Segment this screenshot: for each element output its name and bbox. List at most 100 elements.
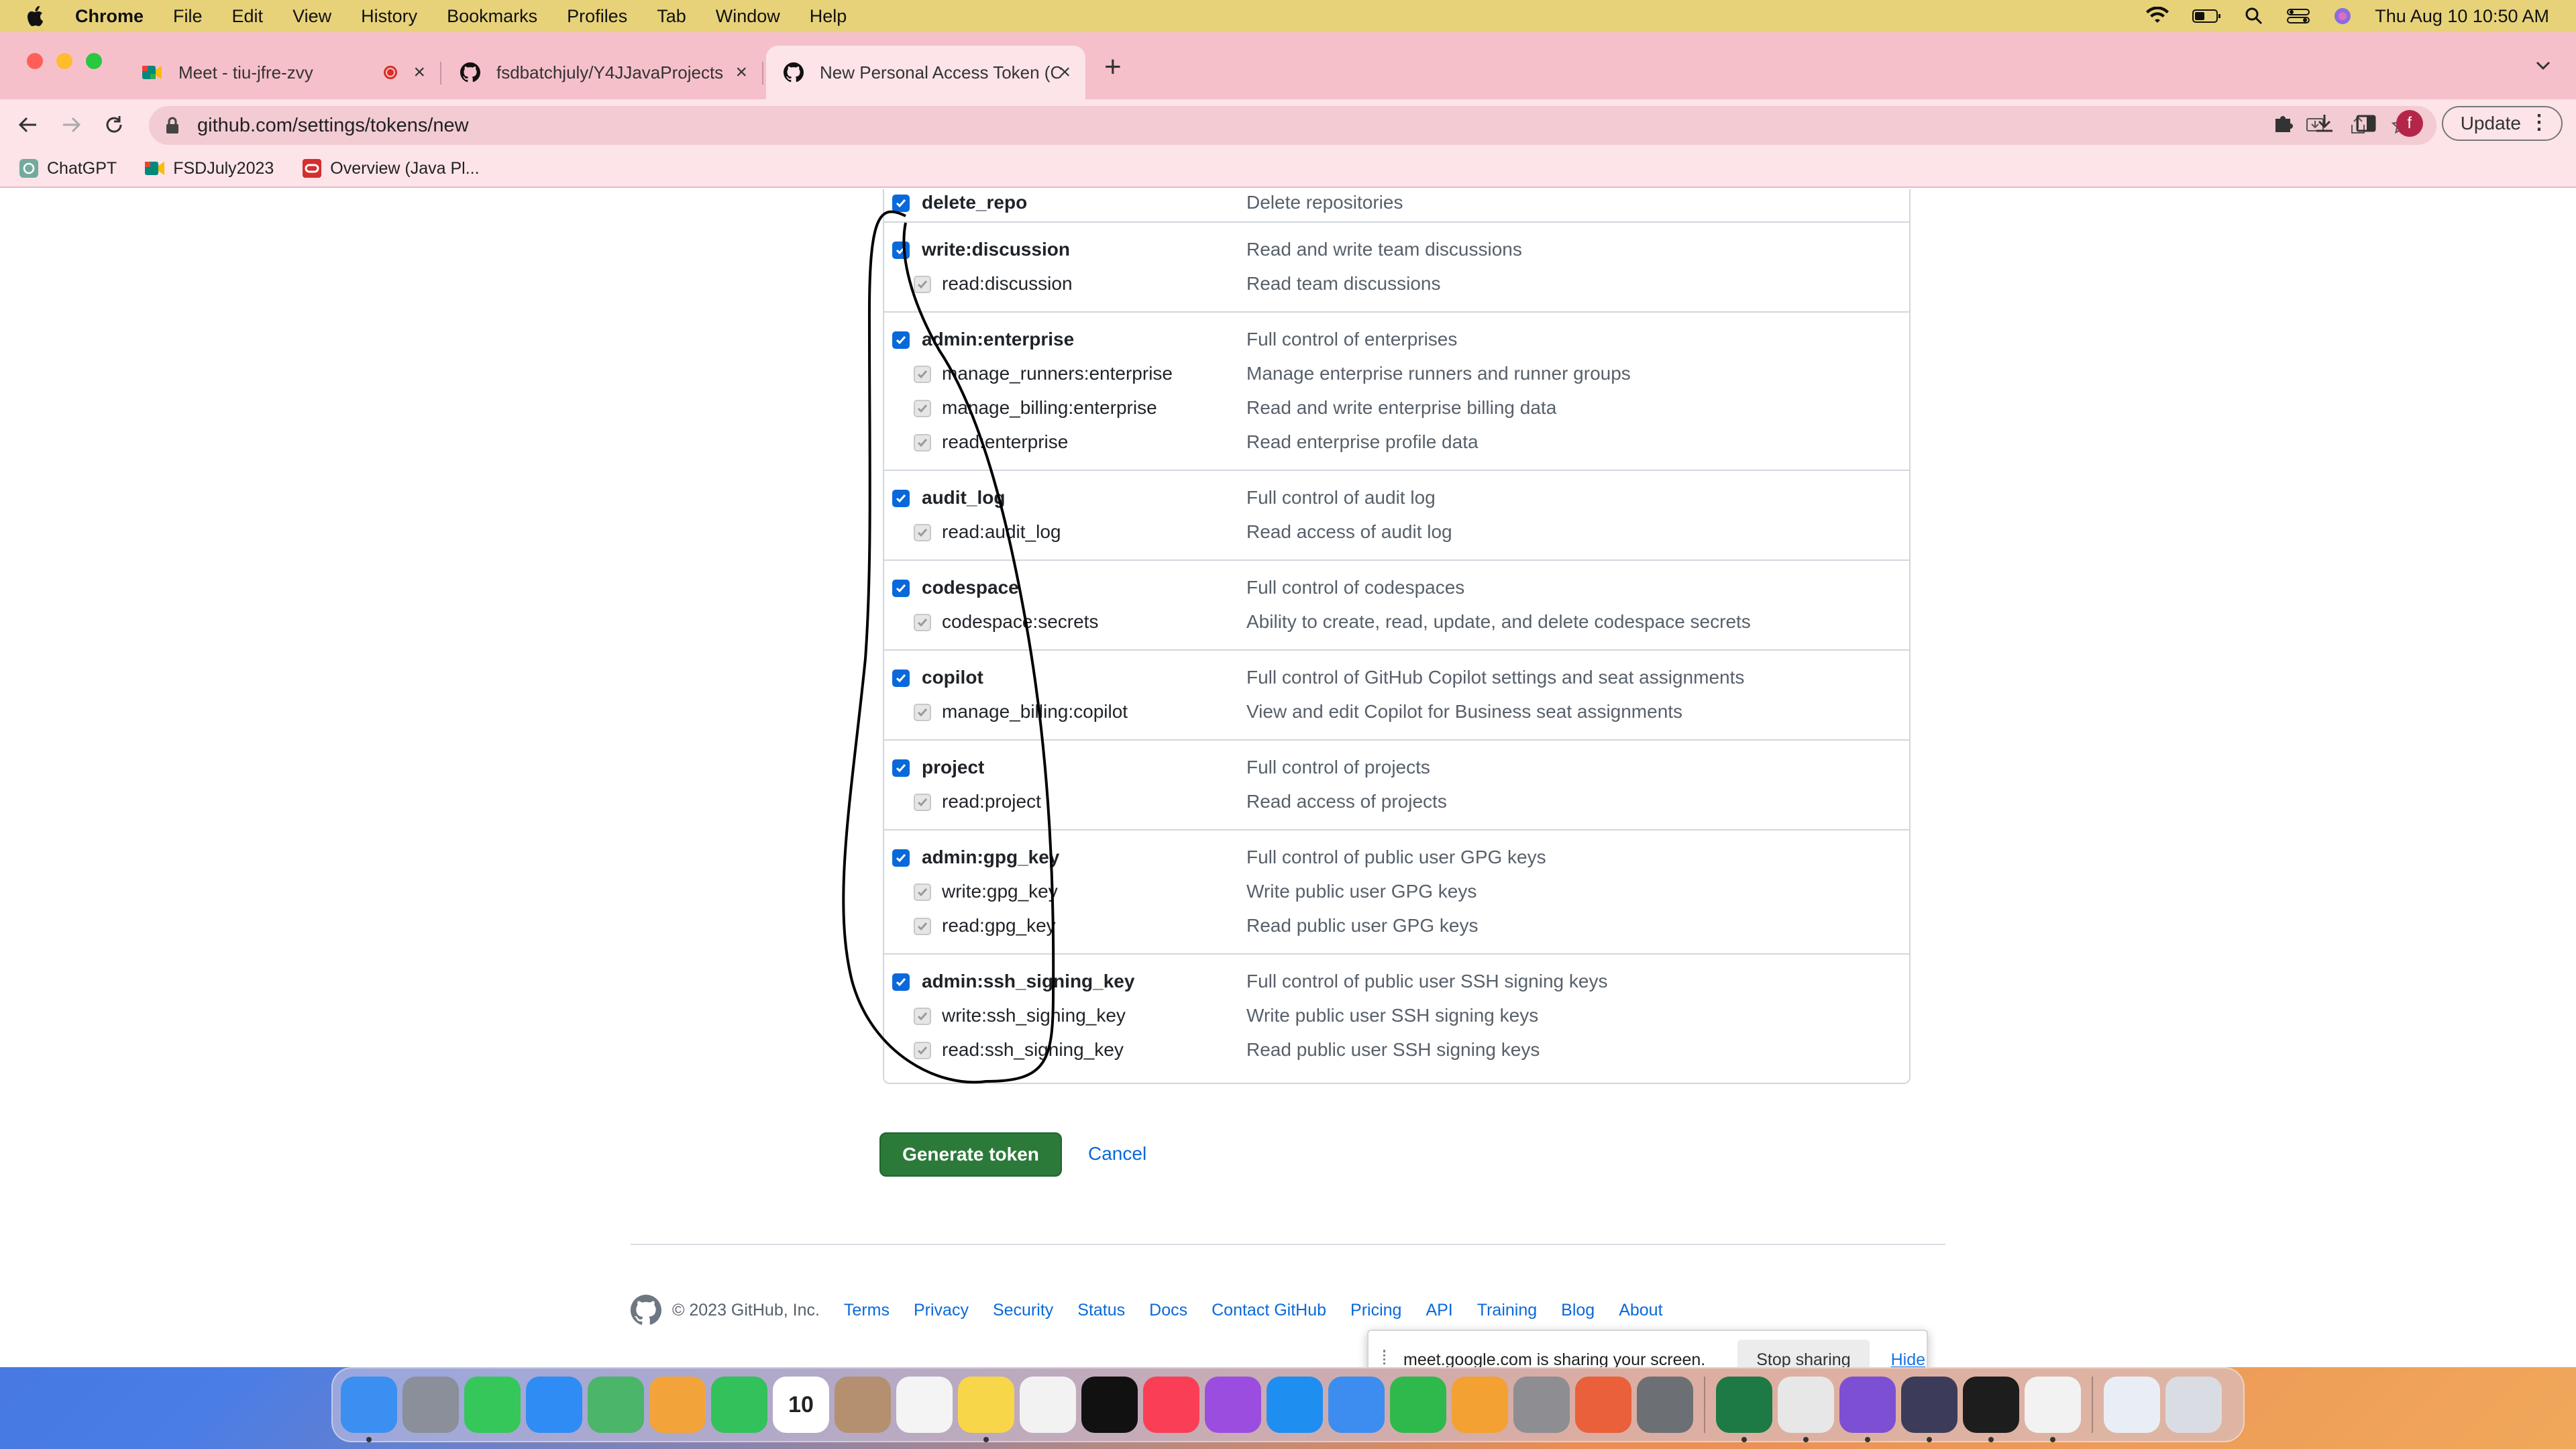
tab-repository[interactable]: fsdbatchjuly/Y4JJavaProjects ×: [443, 46, 763, 99]
scope-checkbox[interactable]: [892, 759, 910, 777]
tab-new-token[interactable]: New Personal Access Token (C ×: [766, 46, 1085, 99]
drag-handle[interactable]: [1383, 1350, 1387, 1367]
maps-icon[interactable]: [588, 1377, 644, 1433]
menu-profiles[interactable]: Profiles: [567, 6, 627, 27]
freeform-icon[interactable]: [1020, 1377, 1076, 1433]
textedit-icon[interactable]: [2025, 1377, 2081, 1442]
reminders-icon[interactable]: [896, 1377, 953, 1433]
cancel-link[interactable]: Cancel: [1088, 1143, 1146, 1165]
update-button[interactable]: Update ⋮: [2441, 106, 2563, 141]
menu-view[interactable]: View: [292, 6, 331, 27]
reload-icon[interactable]: [101, 111, 127, 138]
wifi-icon[interactable]: [2145, 7, 2169, 25]
eclipse-icon[interactable]: [1901, 1377, 1957, 1442]
sub-scope-checkbox[interactable]: [914, 918, 931, 935]
new-tab-icon[interactable]: +: [1104, 52, 1122, 82]
close-icon[interactable]: ×: [413, 61, 425, 84]
footer-link-privacy[interactable]: Privacy: [914, 1301, 969, 1320]
stop-sharing-button[interactable]: Stop sharing: [1737, 1339, 1870, 1367]
menu-window[interactable]: Window: [716, 6, 780, 27]
search-icon[interactable]: [2245, 7, 2263, 25]
footer-link-pricing[interactable]: Pricing: [1350, 1301, 1401, 1320]
sub-scope-checkbox[interactable]: [914, 276, 931, 293]
sub-scope-checkbox[interactable]: [914, 794, 931, 811]
menu-bookmarks[interactable]: Bookmarks: [447, 6, 537, 27]
footer-link-training[interactable]: Training: [1477, 1301, 1537, 1320]
footer-link-security[interactable]: Security: [993, 1301, 1053, 1320]
music-icon[interactable]: [1143, 1377, 1199, 1433]
sub-scope-checkbox[interactable]: [914, 400, 931, 417]
scope-checkbox[interactable]: [892, 669, 910, 687]
excel-icon[interactable]: [1716, 1377, 1772, 1442]
forward-icon[interactable]: [58, 111, 85, 138]
footer-link-api[interactable]: API: [1426, 1301, 1452, 1320]
maximize-window-button[interactable]: [86, 53, 102, 69]
scope-checkbox[interactable]: [892, 580, 910, 597]
scope-checkbox[interactable]: [892, 849, 910, 867]
more-icon[interactable]: ⋮: [2529, 113, 2549, 133]
terminal-icon[interactable]: [1963, 1377, 2019, 1442]
menu-edit[interactable]: Edit: [232, 6, 264, 27]
sub-scope-checkbox[interactable]: [914, 1008, 931, 1025]
sub-scope-checkbox[interactable]: [914, 524, 931, 541]
scope-checkbox[interactable]: [892, 973, 910, 991]
image-capture-icon[interactable]: [1637, 1377, 1693, 1433]
close-window-button[interactable]: [27, 53, 43, 69]
photos-icon[interactable]: [649, 1377, 706, 1433]
footer-link-terms[interactable]: Terms: [844, 1301, 890, 1320]
siri-icon[interactable]: [2333, 7, 2352, 25]
firefox-icon[interactable]: [1575, 1377, 1631, 1433]
avatar[interactable]: f: [2396, 110, 2423, 137]
generate-token-button[interactable]: Generate token: [879, 1132, 1062, 1177]
url-text[interactable]: github.com/settings/tokens/new: [197, 115, 469, 137]
sub-scope-checkbox[interactable]: [914, 704, 931, 721]
numbers-icon[interactable]: [1390, 1377, 1446, 1433]
downloads-stack-icon[interactable]: [2104, 1377, 2160, 1433]
finder-icon[interactable]: [341, 1377, 397, 1442]
back-icon[interactable]: [15, 111, 42, 138]
battery-icon[interactable]: [2192, 7, 2222, 25]
footer-link-docs[interactable]: Docs: [1149, 1301, 1187, 1320]
side-panel-icon[interactable]: [2355, 112, 2377, 135]
menu-help[interactable]: Help: [810, 6, 847, 27]
tv-icon[interactable]: [1081, 1377, 1138, 1433]
chrome-icon[interactable]: [1778, 1377, 1834, 1442]
hide-link[interactable]: Hide: [1891, 1350, 1925, 1368]
scope-checkbox[interactable]: [892, 331, 910, 349]
control-center-icon[interactable]: [2286, 7, 2310, 25]
menu-chrome[interactable]: Chrome: [75, 6, 144, 27]
apple-icon[interactable]: [27, 5, 47, 28]
bookmark-chatgpt[interactable]: ChatGPT: [19, 158, 117, 178]
download-icon[interactable]: [2313, 112, 2336, 135]
address-bar[interactable]: github.com/settings/tokens/new: [149, 106, 2436, 145]
mail-icon[interactable]: [526, 1377, 582, 1433]
minimize-window-button[interactable]: [56, 53, 72, 69]
calendar-icon[interactable]: 10: [773, 1377, 829, 1433]
keynote-icon[interactable]: [1328, 1377, 1385, 1433]
bookmark-fsdjuly2023[interactable]: FSDJuly2023: [145, 158, 274, 178]
tab-meet[interactable]: Meet - tiu-jfre-zvy ×: [125, 46, 441, 99]
menu-file[interactable]: File: [173, 6, 203, 27]
app-store-icon[interactable]: [1267, 1377, 1323, 1433]
pages-icon[interactable]: [1452, 1377, 1508, 1433]
scope-checkbox[interactable]: [892, 241, 910, 259]
lock-icon[interactable]: [165, 117, 180, 134]
footer-link-about[interactable]: About: [1619, 1301, 1662, 1320]
scope-checkbox[interactable]: [892, 195, 910, 212]
podcasts-icon[interactable]: [1205, 1377, 1261, 1433]
close-icon[interactable]: ×: [1059, 61, 1071, 84]
contacts-icon[interactable]: [835, 1377, 891, 1433]
sub-scope-checkbox[interactable]: [914, 883, 931, 901]
bookmark-java-overview[interactable]: Overview (Java Pl...: [302, 158, 480, 178]
footer-link-status[interactable]: Status: [1077, 1301, 1125, 1320]
notes-icon[interactable]: [958, 1377, 1014, 1442]
scope-checkbox[interactable]: [892, 490, 910, 507]
menu-history[interactable]: History: [361, 6, 417, 27]
sub-scope-checkbox[interactable]: [914, 614, 931, 631]
extensions-icon[interactable]: [2271, 112, 2294, 135]
facetime-icon[interactable]: [711, 1377, 767, 1433]
menu-tab[interactable]: Tab: [657, 6, 686, 27]
sub-scope-checkbox[interactable]: [914, 1042, 931, 1059]
footer-link-contact-github[interactable]: Contact GitHub: [1212, 1301, 1326, 1320]
sub-scope-checkbox[interactable]: [914, 366, 931, 383]
